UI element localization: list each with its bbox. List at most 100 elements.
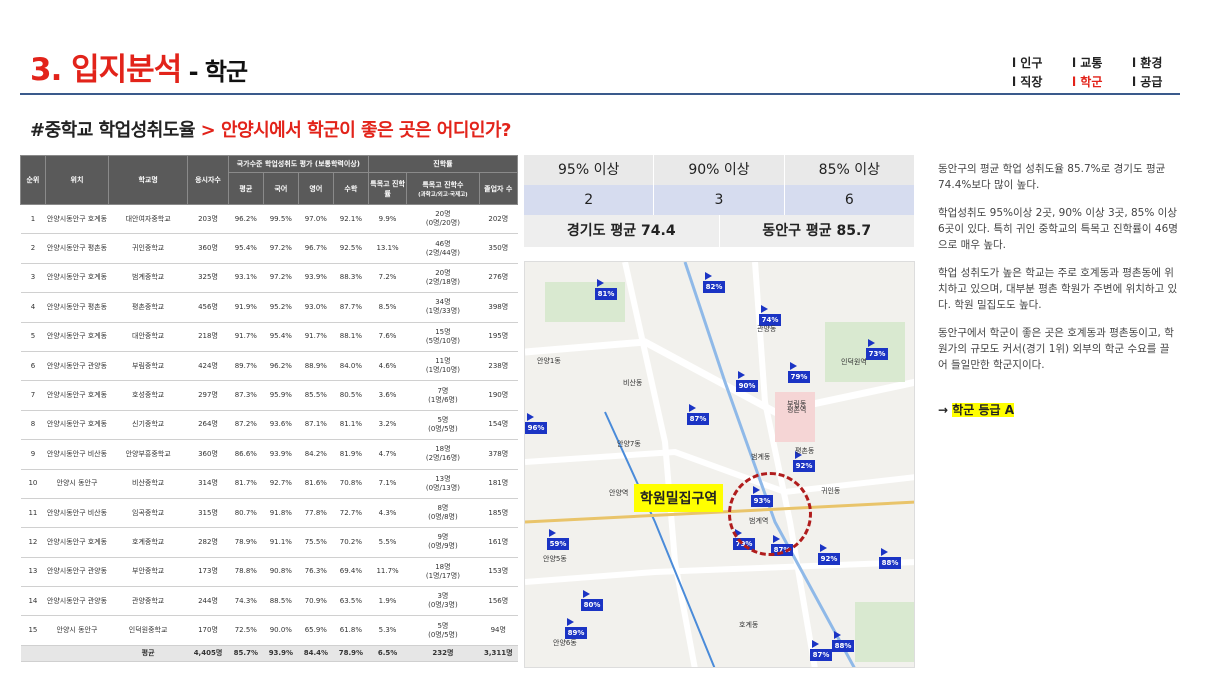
- nav-item-environment[interactable]: l 환경: [1132, 54, 1176, 71]
- nav-item-population[interactable]: l 인구: [1012, 54, 1072, 71]
- special-count: 11명: [435, 357, 451, 366]
- place-label: 안양역: [609, 489, 629, 497]
- special-detail: (0명/5명): [428, 630, 458, 639]
- map-pin[interactable]: 59%: [547, 529, 569, 550]
- col-school: 학교명: [108, 155, 189, 205]
- map-pin[interactable]: 90%: [736, 371, 758, 392]
- cell-rank: 11: [20, 498, 46, 529]
- place-label: 호계동: [739, 621, 759, 629]
- cell-math: 80.5%: [333, 380, 369, 411]
- nav-item-school[interactable]: l 학군: [1072, 73, 1132, 90]
- cell-graduates: 94명: [479, 615, 518, 646]
- note-paragraph: 동안구에서 학군이 좋은 곳은 호계동과 평촌동이고, 학원가의 규모도 커서(…: [938, 327, 1174, 371]
- map-pin[interactable]: 87%: [810, 640, 832, 661]
- cell-rank: 5: [20, 322, 46, 352]
- special-detail: (0명/3명): [428, 601, 458, 610]
- cell-examinees: 218명: [187, 322, 229, 352]
- cell-kor: 88.5%: [263, 586, 299, 617]
- cell-rank: 2: [20, 233, 46, 264]
- cell-special-rate: 7.2%: [368, 263, 407, 294]
- cell-rank: 4: [20, 292, 46, 323]
- cell-eng: 77.8%: [298, 498, 334, 529]
- cell-examinees: 360명: [187, 439, 229, 470]
- map-pin[interactable]: 82%: [703, 272, 725, 293]
- cell-location: 안양시동안구 관양동: [45, 557, 109, 588]
- cell-special-rate: 11.7%: [368, 557, 407, 588]
- special-detail: (2명/44명): [425, 248, 460, 257]
- nav-item-jobs[interactable]: l 직장: [1012, 73, 1072, 90]
- avg-cell-examinees: 4,405명: [187, 645, 229, 662]
- col-group-admit: 진학률: [367, 155, 519, 173]
- map-pin[interactable]: 87%: [687, 404, 709, 425]
- cell-math: 70.8%: [333, 469, 369, 499]
- map-pin[interactable]: 92%: [818, 544, 840, 565]
- cell-eng: 93.9%: [298, 263, 334, 294]
- cell-graduates: 185명: [479, 498, 518, 529]
- cell-special-count: 8명 (0명/8명): [406, 498, 480, 529]
- summary-header-95: 95% 이상: [524, 155, 655, 185]
- cell-avg: 86.6%: [228, 439, 264, 470]
- table-row: 7 안양시동안구 호계동 호성중학교 297명 87.3% 95.9% 85.5% 80.5%…: [20, 380, 518, 411]
- cell-rank: 6: [20, 351, 46, 382]
- cell-kor: 97.2%: [263, 263, 299, 294]
- nav-item-supply[interactable]: l 공급: [1132, 73, 1176, 90]
- cell-eng: 84.2%: [298, 439, 334, 470]
- cell-location: 안양시동안구 호계동: [45, 263, 109, 294]
- map-pin[interactable]: 80%: [581, 590, 603, 611]
- academy-zone-label: 학원밀집구역: [634, 484, 724, 512]
- map-pin[interactable]: 88%: [832, 631, 854, 652]
- cell-school: 부안중학교: [108, 557, 188, 588]
- table-row: 8 안양시동안구 호계동 신기중학교 264명 87.2% 93.6% 87.1% 81.1%…: [20, 410, 518, 441]
- map-pin[interactable]: 81%: [595, 279, 617, 300]
- cell-location: 안양시동안구 비산동: [45, 439, 109, 470]
- arrow-icon: →: [938, 403, 953, 417]
- dongan-average: 동안구 평균 85.7: [719, 215, 915, 247]
- map-pin[interactable]: 96%: [525, 413, 547, 434]
- cell-location: 안양시 동안구: [45, 615, 109, 646]
- cell-math: 69.4%: [333, 557, 369, 588]
- map-pin[interactable]: 79%: [788, 362, 810, 383]
- col-special-count: 특목고 진학수 (과학고/외고·국제고): [406, 172, 480, 205]
- cell-school: 귀인중학교: [108, 233, 188, 264]
- special-detail: (0명/5명): [428, 424, 458, 433]
- cell-graduates: 350명: [479, 233, 518, 264]
- summary-value-90: 3: [654, 185, 785, 215]
- cell-eng: 75.5%: [298, 527, 334, 558]
- title-separator: -: [181, 58, 205, 86]
- avg-cell-label: 평균: [108, 645, 188, 662]
- avg-cell-special-rate: 6.5%: [368, 645, 407, 662]
- cell-location: 안양시 동안구: [45, 469, 109, 499]
- cell-examinees: 170명: [187, 615, 229, 646]
- col-location: 위치: [44, 155, 110, 205]
- cell-special-rate: 5.5%: [368, 527, 407, 558]
- col-rank: 순위: [20, 155, 46, 205]
- map-pin[interactable]: 92%: [793, 451, 815, 472]
- special-detail: (1명/6명): [428, 395, 458, 404]
- note-paragraph: 동안구의 평균 학업 성취도율 85.7%로 경기도 평균 74.4%보다 많이…: [938, 163, 1166, 191]
- col-avg: 평균: [227, 172, 264, 205]
- cell-special-rate: 8.5%: [368, 292, 407, 323]
- school-map[interactable]: 81% 82% 74% 73% 90% 79% 87% 92% 93% 96% …: [524, 261, 915, 668]
- nav-item-transport[interactable]: l 교통: [1072, 54, 1132, 71]
- summary-header-85: 85% 이상: [784, 155, 915, 185]
- cell-school: 관양중학교: [108, 586, 188, 617]
- col-special-count-label: 특목고 진학수: [422, 180, 464, 189]
- map-pin[interactable]: 73%: [866, 339, 888, 360]
- cell-location: 안양시동안구 호계동: [45, 410, 109, 441]
- cell-graduates: 398명: [479, 292, 518, 323]
- special-detail: (2명/16명): [425, 454, 460, 463]
- special-count: 5명: [437, 415, 449, 424]
- cell-school: 부림중학교: [108, 351, 188, 382]
- note-paragraph: 학업성취도 95%이상 2곳, 90% 이상 3곳, 85% 이상 6곳이 있다…: [938, 207, 1178, 251]
- avg-cell-eng: 84.4%: [298, 645, 334, 662]
- map-pin[interactable]: 88%: [879, 548, 901, 569]
- cell-location: 안양시동안구 평촌동: [45, 292, 109, 323]
- slide: 3. 입지분석 - 학군 l 인구 l 교통 l 환경 l 직장 l 학군 l …: [0, 0, 1216, 684]
- cell-eng: 88.9%: [298, 351, 334, 382]
- cell-examinees: 456명: [187, 292, 229, 323]
- cell-kor: 95.9%: [263, 380, 299, 411]
- cell-kor: 93.9%: [263, 439, 299, 470]
- special-detail: (5명/10명): [425, 336, 460, 345]
- cell-examinees: 325명: [187, 263, 229, 294]
- cell-school: 호성중학교: [108, 380, 188, 411]
